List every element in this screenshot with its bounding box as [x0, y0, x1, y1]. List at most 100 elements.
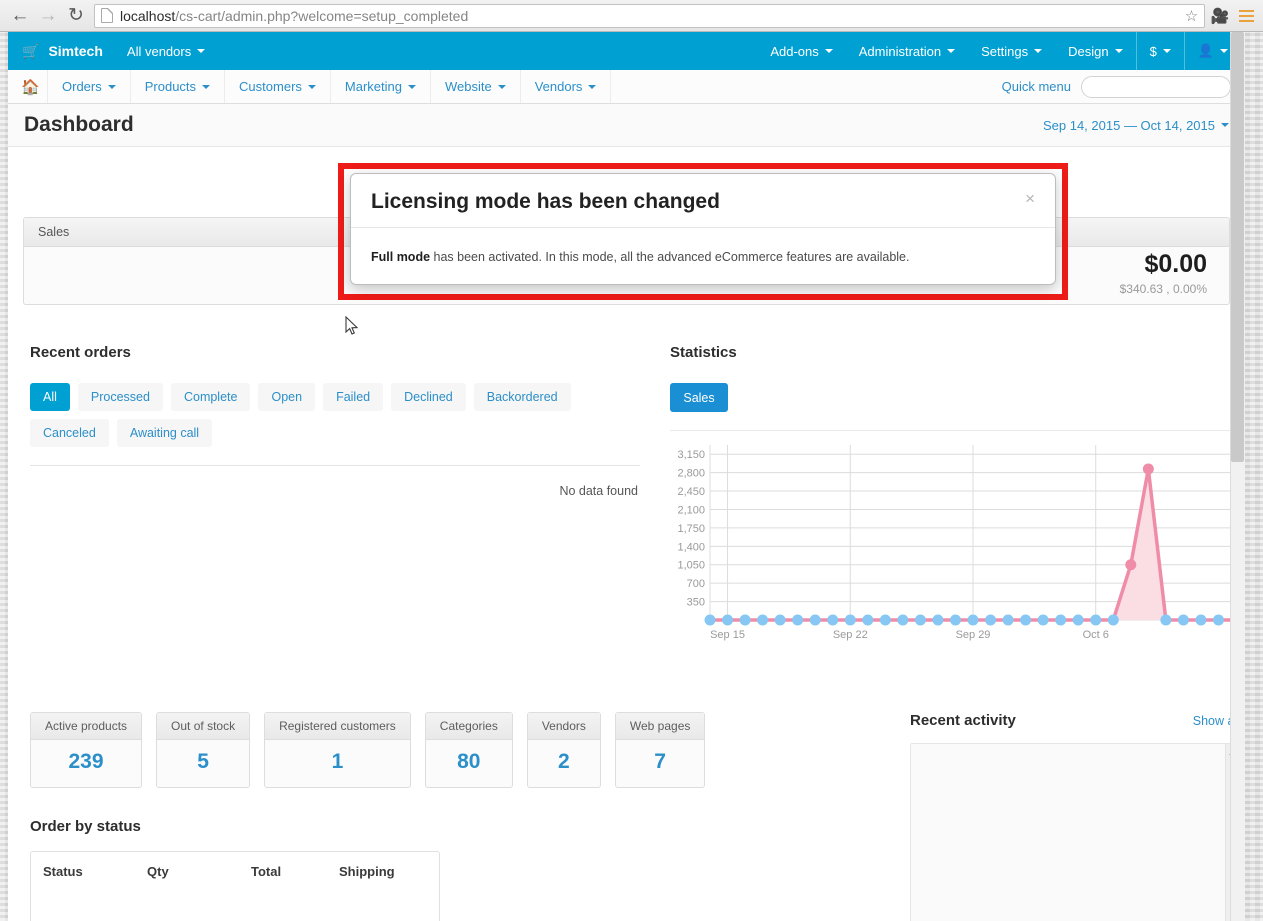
counter-card-out-of-stock[interactable]: Out of stock 5	[156, 712, 250, 788]
reload-icon[interactable]: ↻	[62, 2, 90, 30]
svg-text:Sep 22: Sep 22	[833, 629, 868, 641]
date-range-label: Sep 14, 2015 — Oct 14, 2015	[1043, 118, 1215, 133]
vendor-selector[interactable]: All vendors	[127, 44, 205, 59]
order-filter-processed[interactable]: Processed	[78, 383, 163, 411]
hamburger-menu-icon[interactable]	[1235, 10, 1257, 22]
recent-activity-list	[910, 743, 1240, 921]
svg-text:2,800: 2,800	[677, 468, 705, 480]
statistics-section: Statistics Sales 3507001,0501,4001,7502,…	[670, 344, 1240, 660]
counter-label: Active products	[31, 713, 141, 740]
modal-header: Licensing mode has been changed ×	[351, 174, 1055, 228]
divider	[670, 430, 1240, 431]
search-input[interactable]	[1091, 80, 1245, 94]
svg-text:2,450: 2,450	[677, 486, 705, 498]
counter-card-categories[interactable]: Categories 80	[425, 712, 513, 788]
close-icon[interactable]: ×	[1025, 190, 1035, 207]
scrollbar-thumb[interactable]	[1231, 32, 1244, 462]
menu-item-vendors[interactable]: Vendors	[521, 70, 612, 103]
film-reel-icon[interactable]: 🎥	[1205, 7, 1235, 25]
counter-card-web-pages[interactable]: Web pages 7	[615, 712, 706, 788]
topbar-item-settings[interactable]: Settings	[968, 32, 1055, 70]
order-filter-open[interactable]: Open	[258, 383, 315, 411]
page-icon	[101, 8, 113, 23]
column-header-qty: Qty	[147, 864, 251, 879]
order-filter-all[interactable]: All	[30, 383, 70, 411]
order-filter-backordered[interactable]: Backordered	[474, 383, 571, 411]
counter-label: Web pages	[616, 713, 705, 740]
topbar-item-label: Design	[1068, 44, 1108, 59]
topbar-item-label: Administration	[859, 44, 941, 59]
order-by-status-section: Order by status Status Qty Total Shippin…	[30, 818, 440, 921]
topbar-item-administration[interactable]: Administration	[846, 32, 968, 70]
forward-arrow-icon[interactable]: →	[34, 2, 62, 30]
menu-item-label: Vendors	[535, 79, 583, 94]
order-filter-awaiting-call[interactable]: Awaiting call	[117, 419, 212, 447]
quick-menu-link[interactable]: Quick menu	[1002, 79, 1071, 94]
menu-item-label: Customers	[239, 79, 302, 94]
statistics-tab-sales[interactable]: Sales	[670, 383, 728, 412]
dashboard-header: Dashboard Sep 14, 2015 — Oct 14, 2015	[8, 104, 1245, 147]
chevron-down-icon	[588, 85, 596, 89]
user-icon: 👤	[1198, 43, 1214, 59]
menu-item-website[interactable]: Website	[431, 70, 521, 103]
sales-chart[interactable]: 3507001,0501,4001,7502,1002,4502,8003,15…	[670, 435, 1240, 660]
menu-item-label: Products	[145, 79, 196, 94]
chevron-down-icon	[202, 85, 210, 89]
currency-label: $	[1150, 44, 1157, 59]
mouse-cursor	[345, 316, 359, 336]
counter-value: 2	[528, 740, 600, 787]
counter-card-vendors[interactable]: Vendors 2	[527, 712, 601, 788]
counter-value: 7	[616, 740, 705, 787]
menu-item-label: Website	[445, 79, 492, 94]
sales-chart-svg: 3507001,0501,4001,7502,1002,4502,8003,15…	[670, 435, 1240, 660]
menubar-right: Quick menu 🔍	[1002, 70, 1245, 103]
counter-value: 5	[157, 740, 249, 787]
svg-text:Sep 29: Sep 29	[956, 629, 991, 641]
counter-label: Vendors	[528, 713, 600, 740]
menu-item-marketing[interactable]: Marketing	[331, 70, 431, 103]
chevron-down-icon	[825, 49, 833, 53]
svg-text:1,750: 1,750	[677, 523, 705, 535]
topbar-item-addons[interactable]: Add-ons	[757, 32, 845, 70]
home-icon[interactable]: 🏠	[14, 70, 48, 103]
page-scrollbar[interactable]	[1230, 32, 1245, 921]
recent-orders-section: Recent orders All Processed Complete Ope…	[30, 344, 640, 498]
licensing-mode-modal: Licensing mode has been changed × Full m…	[350, 173, 1056, 285]
admin-menu-bar: 🏠 Orders Products Customers Marketing We…	[8, 70, 1245, 104]
currency-selector[interactable]: $	[1136, 32, 1184, 70]
url-path: /cs-cart/admin.php?welcome=setup_complet…	[175, 8, 468, 24]
sales-amount: $0.00	[1120, 252, 1207, 277]
order-filter-failed[interactable]: Failed	[323, 383, 383, 411]
menu-item-label: Orders	[62, 79, 102, 94]
svg-text:Oct 6: Oct 6	[1083, 629, 1109, 641]
back-arrow-icon[interactable]: ←	[6, 2, 34, 30]
topbar-item-label: Settings	[981, 44, 1028, 59]
order-filter-canceled[interactable]: Canceled	[30, 419, 109, 447]
counter-card-registered-customers[interactable]: Registered customers 1	[264, 712, 411, 788]
star-icon[interactable]: ☆	[1179, 4, 1205, 28]
menu-item-customers[interactable]: Customers	[225, 70, 331, 103]
page-title: Dashboard	[24, 113, 134, 137]
order-filter-complete[interactable]: Complete	[171, 383, 251, 411]
search-box[interactable]: 🔍	[1081, 76, 1231, 98]
url-host: localhost	[120, 8, 175, 24]
menu-item-orders[interactable]: Orders	[48, 70, 131, 103]
recent-activity-header: Recent activity Show all	[910, 712, 1240, 729]
brand-logo[interactable]: 🛒 Simtech	[22, 43, 103, 60]
column-header-shipping: Shipping	[339, 864, 395, 879]
address-bar[interactable]: localhost/cs-cart/admin.php?welcome=setu…	[94, 4, 1180, 28]
topbar-item-design[interactable]: Design	[1055, 32, 1135, 70]
order-status-filters: All Processed Complete Open Failed Decli…	[30, 383, 640, 447]
modal-body-strong: Full mode	[371, 250, 430, 264]
order-filter-declined[interactable]: Declined	[391, 383, 466, 411]
order-by-status-title: Order by status	[30, 818, 440, 835]
svg-text:Sep 15: Sep 15	[710, 629, 745, 641]
menu-item-products[interactable]: Products	[131, 70, 225, 103]
chevron-down-icon	[1115, 49, 1123, 53]
recent-activity-title: Recent activity	[910, 712, 1016, 729]
chevron-down-icon	[498, 85, 506, 89]
date-range-selector[interactable]: Sep 14, 2015 — Oct 14, 2015	[1043, 118, 1229, 133]
chevron-down-icon	[408, 85, 416, 89]
chevron-down-icon	[1034, 49, 1042, 53]
counter-card-active-products[interactable]: Active products 239	[30, 712, 142, 788]
